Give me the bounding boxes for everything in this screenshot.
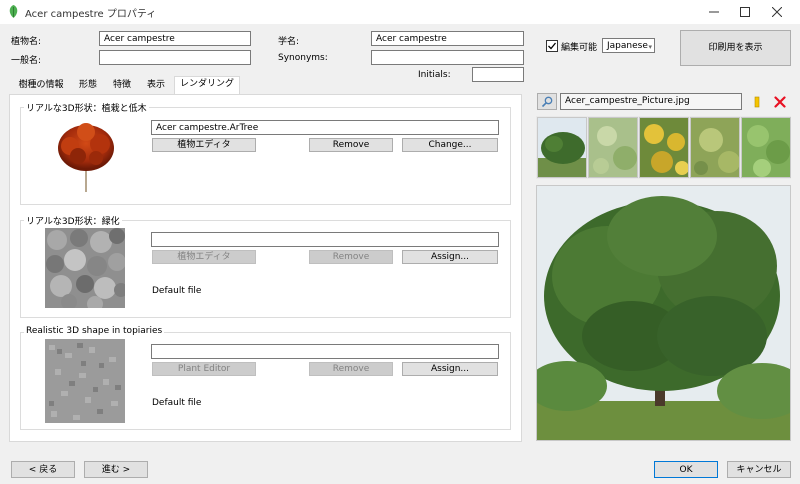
synonyms-input[interactable]	[371, 50, 524, 65]
plant-name-label: 植物名:	[11, 37, 42, 47]
scientific-name-label: 学名:	[278, 37, 300, 47]
star-icon[interactable]	[747, 93, 767, 110]
plant-editor-button-2[interactable]: 植物エディタ	[152, 250, 256, 264]
ok-button[interactable]: OK	[654, 461, 718, 478]
next-button[interactable]: 進む >	[84, 461, 148, 478]
tree-3d-preview	[50, 120, 122, 194]
assign-button-1[interactable]: Assign...	[402, 250, 498, 264]
tab-species-info[interactable]: 樹種の情報	[12, 78, 70, 94]
remove-button-3[interactable]: Remove	[309, 362, 393, 376]
editable-checkbox[interactable]	[546, 40, 558, 52]
thumbnail-1[interactable]	[537, 117, 587, 178]
tab-features[interactable]: 特徴	[106, 78, 138, 94]
minimize-icon[interactable]	[697, 0, 731, 24]
cancel-button[interactable]: キャンセル	[727, 461, 791, 478]
remove-button-1[interactable]: Remove	[309, 138, 393, 152]
tab-display[interactable]: 表示	[140, 78, 172, 94]
plant-name-input[interactable]: Acer campestre	[99, 31, 251, 46]
tab-morphology[interactable]: 形態	[72, 78, 104, 94]
topiaries-group-title: Realistic 3D shape in topiaries	[24, 326, 165, 336]
initials-input[interactable]	[472, 67, 524, 82]
default-file-label-2: Default file	[152, 398, 202, 408]
checkmark-icon	[548, 42, 557, 50]
window-title: Acer campestre プロパティ	[25, 9, 157, 20]
thumbnail-4[interactable]	[690, 117, 740, 178]
default-file-label-1: Default file	[152, 286, 202, 296]
synonyms-label: Synonyms:	[278, 53, 328, 63]
common-name-label: 一般名:	[11, 56, 42, 66]
print-view-button[interactable]: 印刷用を表示	[680, 30, 791, 66]
greening-model-input[interactable]	[151, 232, 499, 247]
assign-button-2[interactable]: Assign...	[402, 362, 498, 376]
delete-x-icon[interactable]	[770, 93, 790, 110]
initials-label: Initials:	[418, 70, 451, 80]
close-icon[interactable]	[760, 0, 794, 24]
tree-model-input[interactable]: Acer campestre.ArTree	[151, 120, 499, 135]
topiary-texture-preview	[45, 339, 125, 423]
greening-group-title: リアルな3D形状：緑化	[24, 214, 122, 227]
thumbnail-2[interactable]	[588, 117, 638, 178]
app-leaf-icon	[6, 4, 21, 19]
tab-rendering[interactable]: レンダリング	[174, 76, 240, 95]
remove-button-2[interactable]: Remove	[309, 250, 393, 264]
magnifier-icon[interactable]	[537, 93, 557, 110]
editable-label: 編集可能	[561, 43, 598, 53]
language-select[interactable]: Japanese ▾	[602, 38, 655, 53]
thumbnail-5[interactable]	[741, 117, 791, 178]
plant-editor-button-1[interactable]: 植物エディタ	[152, 138, 256, 152]
thumbnail-3[interactable]	[639, 117, 689, 178]
change-button[interactable]: Change...	[402, 138, 498, 152]
main-picture	[536, 185, 791, 441]
trees-shrubs-group-title: リアルな3D形状：植栽と低木	[24, 101, 149, 114]
topiary-model-input[interactable]	[151, 344, 499, 359]
greening-texture-preview	[45, 228, 128, 312]
common-name-input[interactable]	[99, 50, 251, 65]
back-button[interactable]: < 戻る	[11, 461, 75, 478]
picture-filename: Acer_campestre_Picture.jpg	[560, 93, 742, 110]
language-value: Japanese	[607, 41, 648, 51]
maximize-icon[interactable]	[728, 0, 762, 24]
chevron-down-icon: ▾	[648, 43, 652, 51]
plant-editor-button-3[interactable]: Plant Editor	[152, 362, 256, 376]
scientific-name-input[interactable]: Acer campestre	[371, 31, 524, 46]
